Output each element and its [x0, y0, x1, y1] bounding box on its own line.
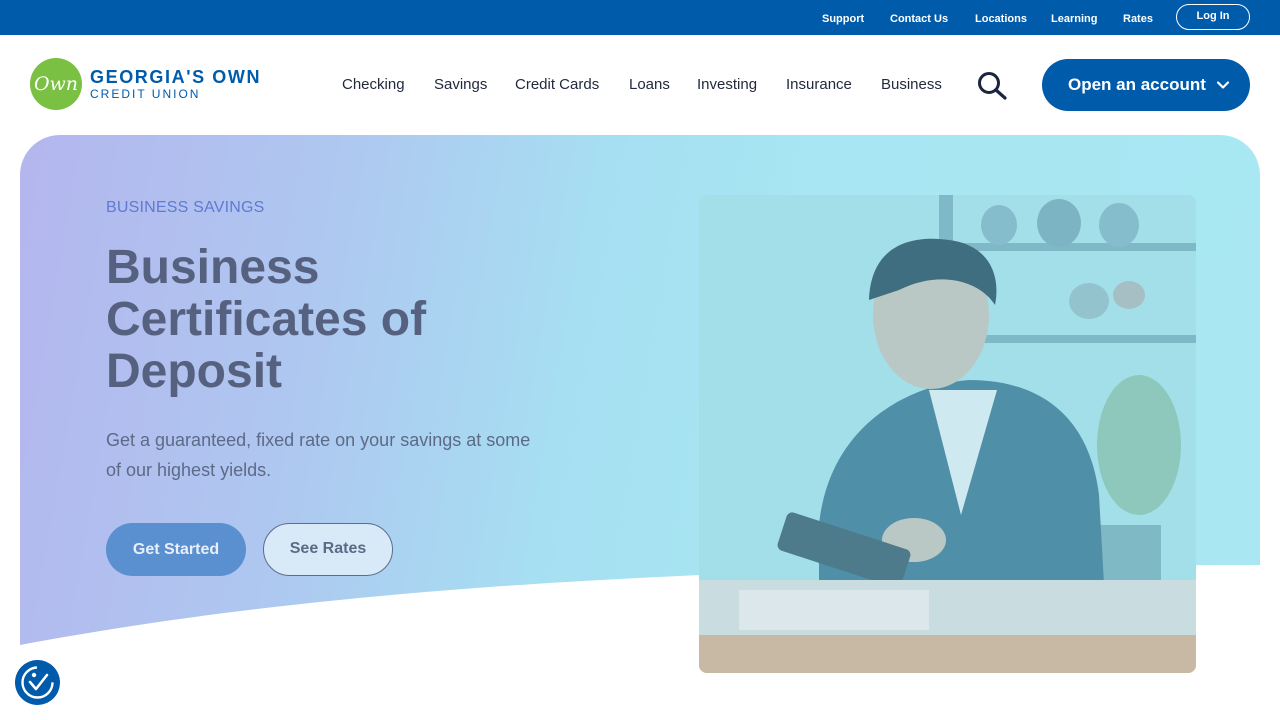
nav-item-loans[interactable]: Loans — [629, 76, 670, 94]
utility-bar: Support Contact Us Locations Learning Ra… — [0, 0, 1280, 35]
nav-item-investing[interactable]: Investing — [697, 76, 757, 94]
main-header: Own GEORGIA'S OWN CREDIT UNION Checking … — [0, 35, 1280, 135]
open-account-button[interactable]: Open an account — [1042, 59, 1250, 111]
get-started-button[interactable]: Get Started — [106, 523, 246, 576]
util-link-rates[interactable]: Rates — [1123, 12, 1153, 26]
search-icon[interactable] — [976, 71, 1008, 101]
hero-description: Get a guaranteed, fixed rate on your sav… — [106, 430, 531, 480]
accessibility-button[interactable] — [15, 660, 60, 705]
nav-item-checking[interactable]: Checking — [342, 76, 405, 94]
accessibility-icon — [21, 666, 54, 699]
nav-item-insurance[interactable]: Insurance — [786, 76, 852, 94]
util-link-locations[interactable]: Locations — [975, 12, 1027, 26]
open-account-label: Open an account — [1068, 75, 1206, 94]
see-rates-button[interactable]: See Rates — [263, 523, 393, 576]
businessman-illustration — [699, 195, 1196, 673]
login-button[interactable]: Log In — [1176, 4, 1250, 30]
chevron-down-icon — [1216, 81, 1230, 89]
brand-name: GEORGIA'S OWN — [90, 67, 262, 87]
nav-item-credit-cards[interactable]: Credit Cards — [515, 76, 599, 94]
brand-subtitle: CREDIT UNION — [90, 87, 201, 101]
nav-item-savings[interactable]: Savings — [434, 76, 487, 94]
nav-item-business[interactable]: Business — [881, 76, 942, 94]
util-link-contact-us[interactable]: Contact Us — [890, 12, 948, 26]
page-title: Business Certificates of Deposit — [106, 241, 427, 398]
hero-photo — [699, 195, 1196, 673]
util-link-support[interactable]: Support — [822, 12, 864, 26]
logo-mark: Own — [30, 58, 82, 110]
util-link-learning[interactable]: Learning — [1051, 12, 1097, 26]
hero-eyebrow: BUSINESS SAVINGS — [106, 199, 265, 216]
